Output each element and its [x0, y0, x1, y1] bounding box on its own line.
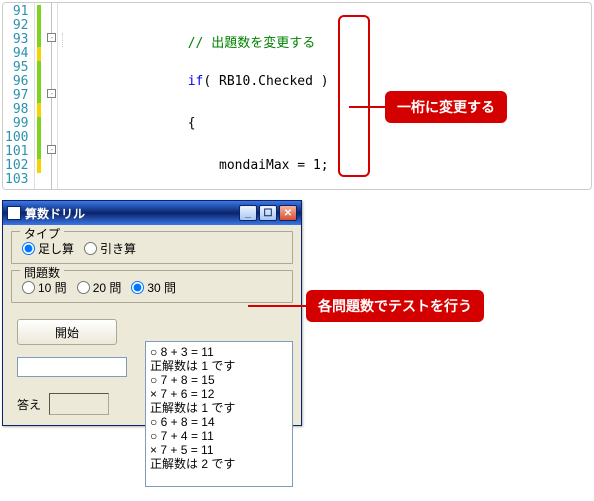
line-num: 93 — [5, 33, 28, 47]
code-brace: { — [188, 116, 196, 131]
output-textarea[interactable]: ○ 8 + 3 = 11 正解数は 1 です ○ 7 + 8 = 15 × 7 … — [145, 341, 293, 487]
start-button[interactable]: 開始 — [17, 319, 117, 345]
radio-label: 20 問 — [93, 279, 122, 296]
line-num: 101 — [5, 145, 28, 159]
window-body: タイプ 足し算 引き算 問題数 10 問 20 問 30 問 開始 答え ○ 8… — [3, 225, 301, 425]
groupbox-type: タイプ 足し算 引き算 — [11, 231, 293, 264]
marker-gutter: - - - — [34, 3, 58, 189]
maximize-button[interactable]: ☐ — [259, 205, 277, 221]
line-num: 103 — [5, 173, 28, 187]
radio-10[interactable]: 10 問 — [22, 279, 67, 296]
answer-label: 答え — [17, 396, 41, 413]
line-num: 102 — [5, 159, 28, 173]
radio-20[interactable]: 20 問 — [77, 279, 122, 296]
radio-30[interactable]: 30 問 — [131, 279, 176, 296]
line-num: 100 — [5, 131, 28, 145]
radio-addition[interactable]: 足し算 — [22, 240, 74, 257]
radio-label: 10 問 — [38, 279, 67, 296]
app-icon — [7, 206, 21, 220]
line-num: 98 — [5, 103, 28, 117]
radio-label: 30 問 — [147, 279, 176, 296]
window-title: 算数ドリル — [25, 205, 239, 222]
code-text-area[interactable]: // 出題数を変更する if( RB10.Checked ) { mondaiM… — [58, 3, 591, 189]
close-button[interactable]: ✕ — [279, 205, 297, 221]
line-num: 91 — [5, 5, 28, 19]
code-statement: mondaiMax = 1; — [219, 158, 329, 173]
change-bar-yellow — [37, 103, 41, 117]
line-number-gutter: 91 92 93 94 95 96 97 98 99 100 101 102 1… — [3, 3, 34, 189]
change-bar-yellow — [37, 47, 41, 61]
radio-label: 引き算 — [100, 240, 136, 257]
annotation-callout-2: 各問題数でテストを行う — [248, 290, 484, 322]
minimize-button[interactable]: _ — [239, 205, 257, 221]
code-comment: // 出題数を変更する — [188, 36, 315, 51]
groupbox-label: タイプ — [20, 225, 64, 242]
code-editor-panel: 91 92 93 94 95 96 97 98 99 100 101 102 1… — [2, 2, 592, 190]
line-num: 92 — [5, 19, 28, 33]
fold-toggle-icon[interactable]: - — [47, 89, 56, 98]
answer-display — [49, 393, 109, 415]
line-num: 94 — [5, 47, 28, 61]
fold-toggle-icon[interactable]: - — [47, 33, 56, 42]
annotation-callout: 一桁に変更する — [349, 91, 507, 123]
radio-subtraction[interactable]: 引き算 — [84, 240, 136, 257]
fold-toggle-icon[interactable]: - — [47, 145, 56, 154]
titlebar[interactable]: 算数ドリル _ ☐ ✕ — [3, 201, 301, 225]
line-num: 95 — [5, 61, 28, 75]
change-bar-yellow — [37, 159, 41, 173]
groupbox-label: 問題数 — [20, 264, 64, 281]
annotation-text: 一桁に変更する — [385, 91, 507, 123]
line-num: 96 — [5, 75, 28, 89]
radio-label: 足し算 — [38, 240, 74, 257]
answer-input[interactable] — [17, 357, 127, 377]
line-num: 99 — [5, 117, 28, 131]
annotation-text: 各問題数でテストを行う — [306, 290, 484, 322]
line-num: 97 — [5, 89, 28, 103]
